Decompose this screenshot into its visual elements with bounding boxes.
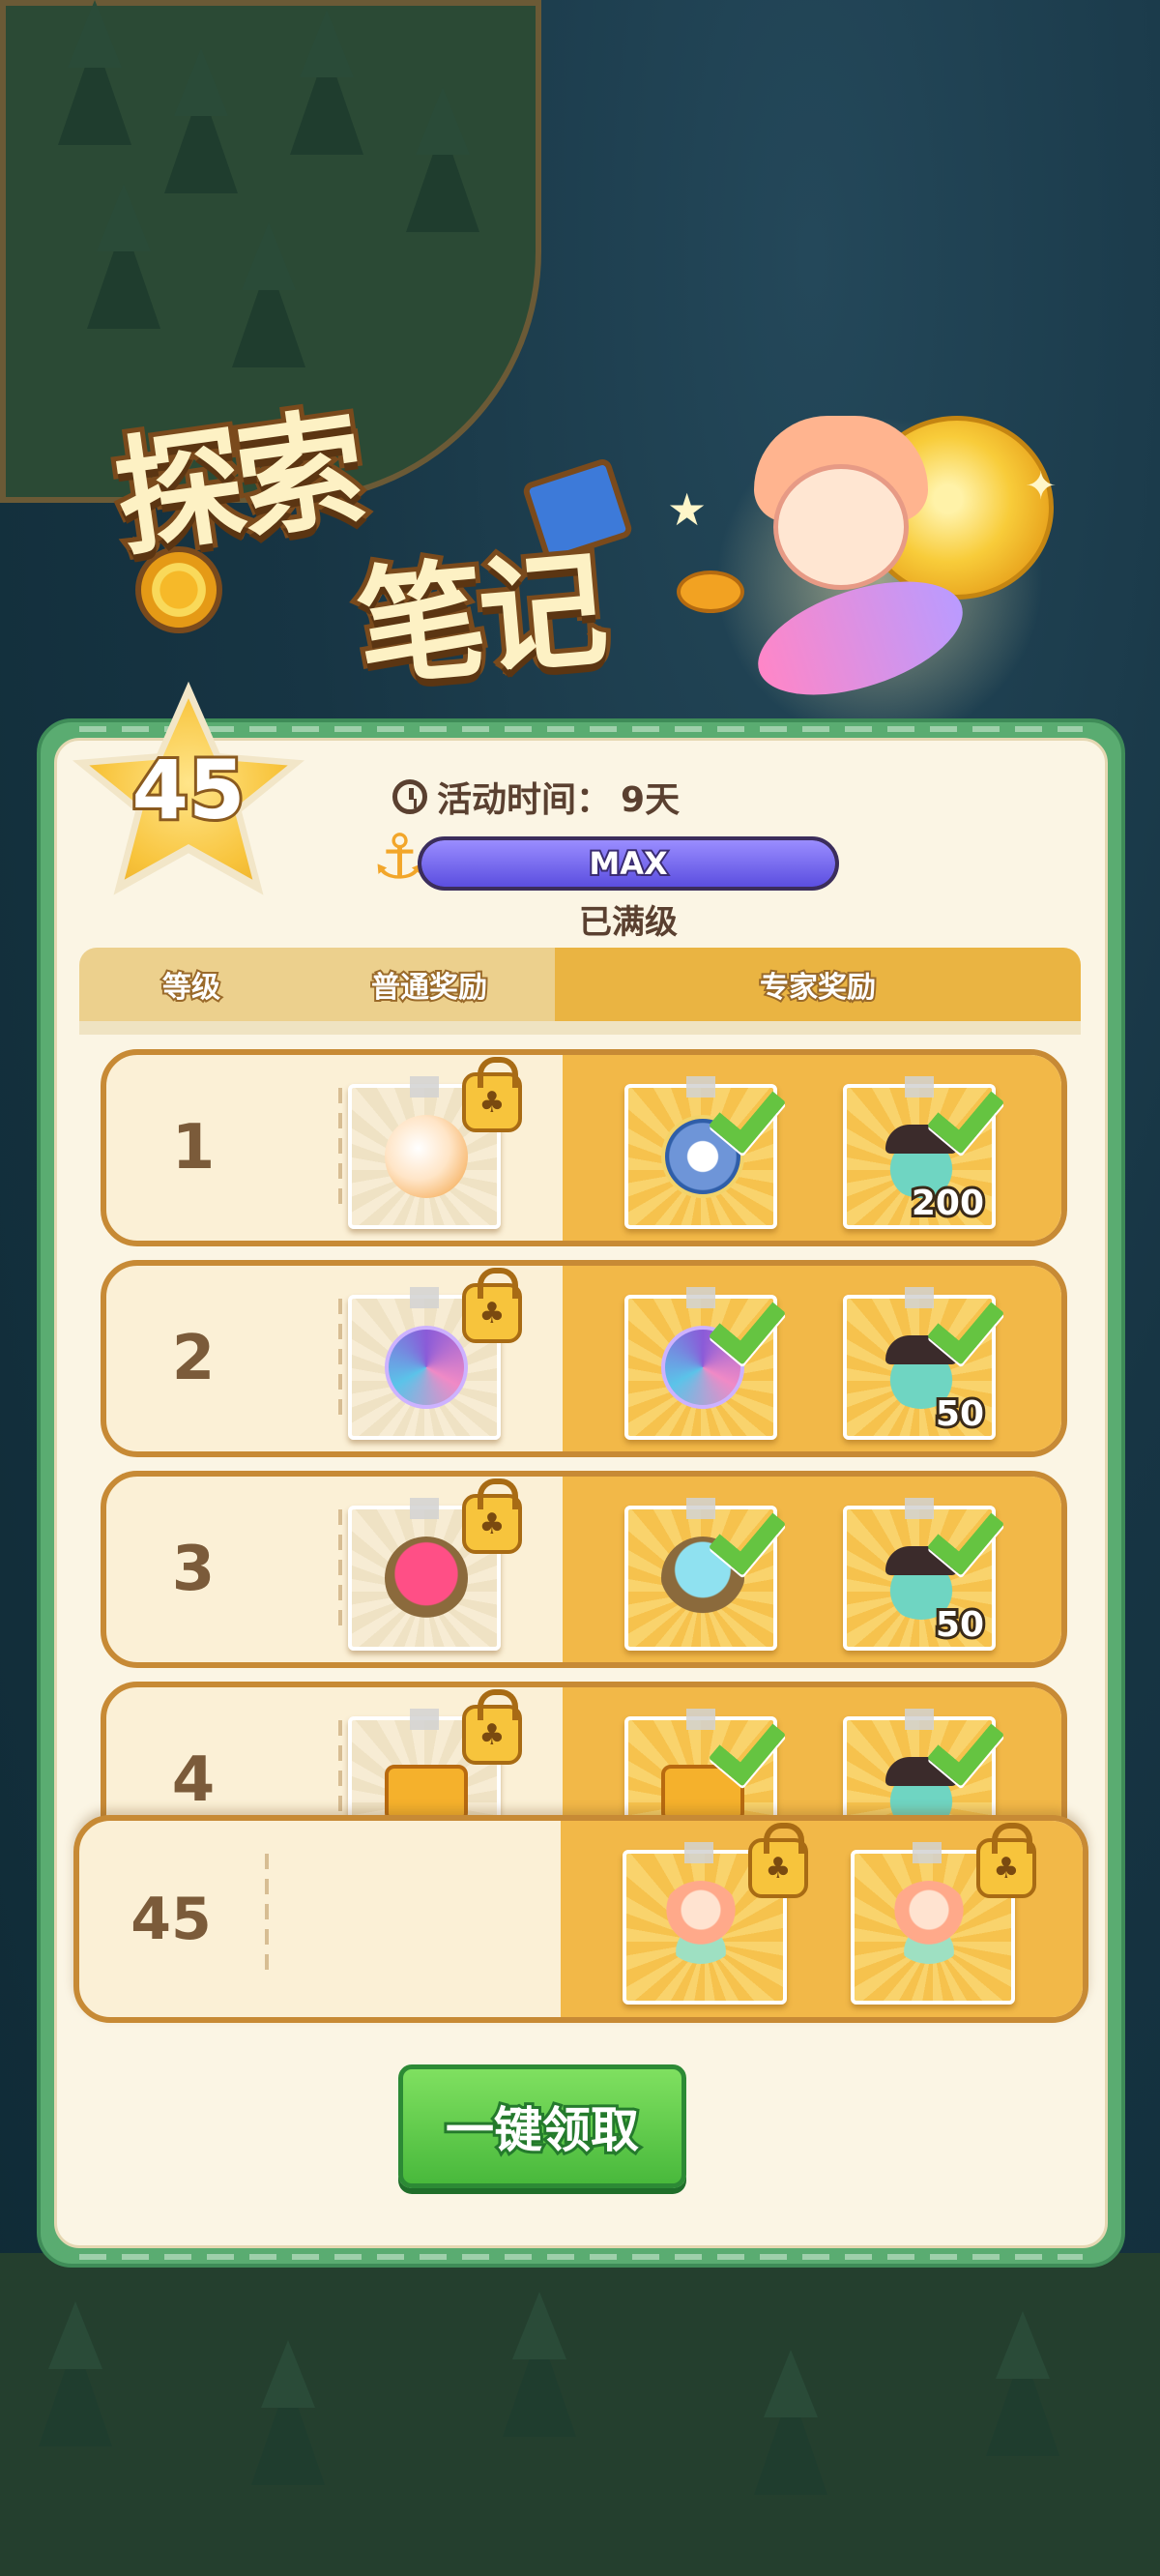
header-expert-reward: 专家奖励	[555, 948, 1081, 1021]
check-icon	[715, 1277, 802, 1345]
reward-quantity: 200	[909, 1181, 987, 1226]
claim-all-button[interactable]: 一键领取	[398, 2064, 686, 2188]
swirl-orb-icon	[385, 1326, 468, 1409]
expert-reward-card[interactable]	[624, 1709, 777, 1818]
ticket-icon	[385, 1765, 468, 1818]
event-time-value: 9天	[621, 780, 681, 820]
progress-label: MAX	[587, 843, 669, 884]
sparkle-star-icon: ★	[667, 483, 708, 536]
expert-reward-card[interactable]	[843, 1709, 996, 1818]
lock-icon: ♣	[462, 1057, 522, 1132]
expert-reward-card[interactable]	[624, 1076, 777, 1229]
title-word-2: 笔记	[347, 530, 612, 709]
final-reward-row: 45 ♣ ♣	[73, 1815, 1088, 2023]
reward-row: 2 ♣ 50	[101, 1260, 1067, 1457]
reward-quantity: 50	[933, 1391, 987, 1437]
lock-icon: ♣	[462, 1689, 522, 1765]
expert-reward-card[interactable]	[624, 1498, 777, 1651]
event-time: 活动时间： 9天	[392, 772, 680, 822]
reward-quantity: 50	[933, 1602, 987, 1648]
normal-reward-card[interactable]: ♣	[348, 1268, 522, 1440]
reward-row: 4 ♣	[101, 1682, 1067, 1818]
lock-icon: ♣	[748, 1823, 808, 1898]
lock-icon: ♣	[462, 1478, 522, 1554]
row-level: 45	[130, 1885, 212, 1953]
puff-creature-icon	[385, 1115, 468, 1198]
expert-reward-card[interactable]	[624, 1287, 777, 1440]
check-icon	[715, 1699, 802, 1767]
normal-reward-card[interactable]: ♣	[348, 1689, 522, 1818]
expert-reward-card[interactable]: 200	[843, 1076, 996, 1229]
check-icon	[715, 1067, 802, 1134]
clock-icon	[392, 779, 427, 814]
row-level: 3	[171, 1534, 216, 1605]
normal-reward-card[interactable]: ♣	[348, 1478, 522, 1651]
event-time-label: 活动时间：	[437, 780, 612, 820]
current-level: 45	[130, 740, 248, 840]
check-icon	[934, 1488, 1021, 1556]
expert-reward-card[interactable]: ♣	[851, 1823, 1036, 2005]
check-icon	[934, 1699, 1021, 1767]
fairy-outfit-icon	[887, 1881, 971, 1964]
expert-reward-card[interactable]: 50	[843, 1498, 996, 1651]
star-potion-icon	[385, 1537, 468, 1620]
event-title-logo: 探索 笔记	[102, 389, 667, 720]
reward-table-header: 等级 普通奖励 专家奖励	[79, 948, 1081, 1021]
orange-bird-icon	[677, 571, 744, 613]
reward-row: 1 ♣ 200	[101, 1049, 1067, 1246]
row-level: 2	[171, 1323, 216, 1394]
max-level-status: 已满级	[579, 903, 678, 942]
header-level: 等级	[79, 948, 304, 1021]
lock-icon: ♣	[976, 1823, 1036, 1898]
normal-reward-card[interactable]: ♣	[348, 1057, 522, 1229]
check-icon	[934, 1277, 1021, 1345]
check-icon	[934, 1067, 1021, 1134]
check-icon	[715, 1488, 802, 1556]
expert-reward-card[interactable]: ♣	[623, 1823, 808, 2005]
row-level: 4	[171, 1744, 216, 1816]
reward-row: 3 ♣ 50	[101, 1471, 1067, 1668]
lock-icon: ♣	[462, 1268, 522, 1343]
expert-reward-card[interactable]: 50	[843, 1287, 996, 1440]
header-normal-reward: 普通奖励	[304, 948, 555, 1021]
fairy-outfit-icon	[659, 1881, 742, 1964]
sparkle-star-icon: ✦	[1025, 464, 1058, 509]
row-level: 1	[171, 1112, 216, 1184]
title-word-1: 探索	[102, 389, 374, 580]
reward-list[interactable]: 1 ♣ 200 2 ♣ 50 3 ♣ 50 4 ♣	[58, 1039, 1102, 1818]
